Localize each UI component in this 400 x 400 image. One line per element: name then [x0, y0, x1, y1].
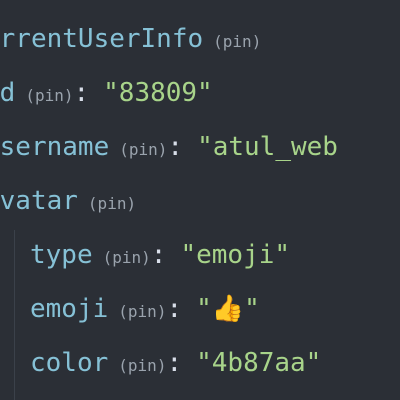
tree-node-avatar-type[interactable]: type (pin): "emoji" — [30, 228, 290, 282]
node-key: type — [30, 240, 93, 270]
pin-button[interactable]: (pin) — [118, 302, 166, 321]
node-key: id — [0, 78, 16, 108]
node-key: avatar — [0, 186, 78, 216]
pin-button[interactable]: (pin) — [118, 356, 166, 375]
node-value: "atul_web — [197, 132, 338, 162]
colon-separator: : — [166, 348, 183, 378]
tree-node-avatar-color[interactable]: color (pin): "4b87aa" — [30, 336, 321, 390]
pin-button[interactable]: (pin) — [213, 32, 261, 51]
node-key: urrentUserInfo — [0, 24, 204, 54]
node-key: username — [0, 132, 110, 162]
colon-separator: : — [150, 240, 167, 270]
node-value: "4b87aa" — [196, 348, 322, 378]
pin-button[interactable]: (pin) — [25, 86, 73, 105]
node-value: "👍" — [196, 294, 260, 324]
pin-button[interactable]: (pin) — [88, 194, 136, 213]
indent-guide — [14, 230, 15, 400]
node-value: "emoji" — [180, 240, 291, 270]
json-tree-viewer: urrentUserInfo (pin) id (pin): "83809" user… — [0, 0, 400, 400]
tree-node-username[interactable]: username (pin): "atul_web — [0, 120, 338, 174]
colon-separator: : — [167, 132, 184, 162]
node-key: color — [30, 348, 109, 378]
colon-separator: : — [166, 294, 183, 324]
node-key: emoji — [30, 294, 109, 324]
tree-node-id[interactable]: id (pin): "83809" — [0, 66, 213, 120]
pin-button[interactable]: (pin) — [103, 248, 151, 267]
node-value: "83809" — [103, 78, 213, 108]
colon-separator: : — [73, 78, 90, 108]
tree-node-currentuserinfo[interactable]: urrentUserInfo (pin) — [0, 12, 261, 66]
tree-node-avatar-emoji[interactable]: emoji (pin): "👍" — [30, 282, 260, 336]
pin-button[interactable]: (pin) — [119, 140, 167, 159]
tree-node-avatar[interactable]: avatar (pin) — [0, 174, 136, 228]
